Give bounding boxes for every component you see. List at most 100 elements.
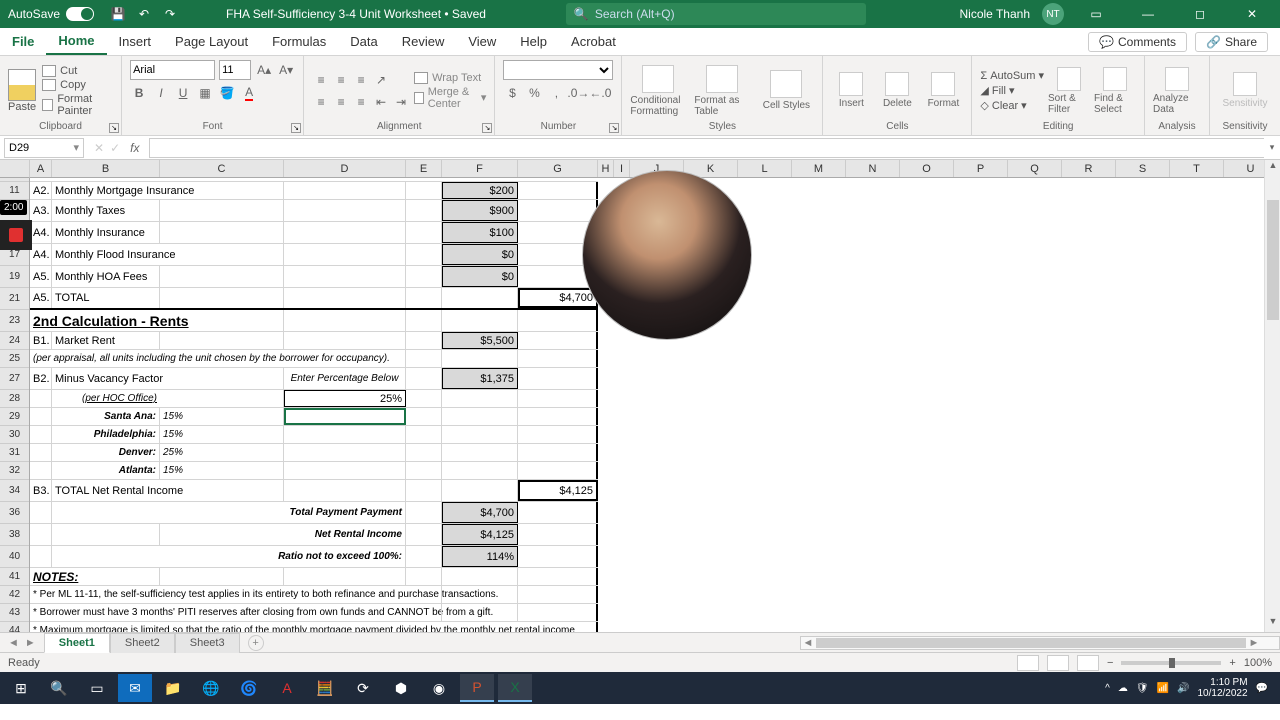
column-header[interactable]: I xyxy=(614,160,630,177)
outlook-icon[interactable]: ✉ xyxy=(118,674,152,702)
scrollbar-thumb[interactable] xyxy=(1267,200,1279,320)
row-header[interactable]: 40 xyxy=(0,546,29,568)
dialog-launcher-icon[interactable]: ↘ xyxy=(482,123,492,133)
column-header[interactable]: D xyxy=(284,160,406,177)
amount-cell[interactable]: $1,375 xyxy=(442,368,518,389)
spreadsheet-grid[interactable]: 2:00 ABCDEFGHIJKLMNOPQRSTU 1113151719212… xyxy=(0,160,1280,632)
cell[interactable]: A2. xyxy=(30,182,52,199)
tab-view[interactable]: View xyxy=(456,28,508,55)
cell[interactable]: Denver: xyxy=(52,444,160,461)
minimize-icon[interactable]: — xyxy=(1128,0,1168,28)
column-header[interactable]: L xyxy=(738,160,792,177)
row-header[interactable]: 21 xyxy=(0,288,29,310)
tab-file[interactable]: File xyxy=(0,28,46,55)
cell[interactable]: 15% xyxy=(160,462,284,479)
row-header[interactable]: 24 xyxy=(0,332,29,350)
excel-icon[interactable]: X xyxy=(498,674,532,702)
fill-button[interactable]: ◢ Fill ▾ xyxy=(980,84,1044,97)
cell[interactable]: B3. xyxy=(30,480,52,501)
format-painter-button[interactable]: Format Painter xyxy=(42,93,113,117)
dialog-launcher-icon[interactable]: ↘ xyxy=(109,123,119,133)
amount-cell[interactable]: $4,700 xyxy=(442,502,518,523)
powerpoint-icon[interactable]: P xyxy=(460,674,494,702)
row-header[interactable]: 23 xyxy=(0,310,29,332)
cell[interactable]: A4. xyxy=(30,222,52,243)
row-header[interactable]: 31 xyxy=(0,444,29,462)
cell[interactable]: * Per ML 11-11, the self-sufficiency tes… xyxy=(30,586,52,603)
formula-input[interactable] xyxy=(149,138,1264,158)
scroll-right-icon[interactable]: ► xyxy=(1247,637,1261,649)
row-header[interactable]: 44 xyxy=(0,622,29,632)
task-view-icon[interactable]: ▭ xyxy=(80,674,114,702)
autosave-toggle[interactable]: AutoSave xyxy=(0,7,102,21)
cancel-formula-icon[interactable]: ✕ xyxy=(94,141,104,155)
tray-chevron-icon[interactable]: ^ xyxy=(1105,683,1110,694)
row-header[interactable]: 32 xyxy=(0,462,29,480)
redo-icon[interactable]: ↷ xyxy=(162,6,178,22)
font-color-icon[interactable]: A xyxy=(240,84,258,102)
row-header[interactable]: 34 xyxy=(0,480,29,502)
scrollbar-thumb[interactable] xyxy=(816,638,1246,648)
edge-icon[interactable]: 🌀 xyxy=(232,674,266,702)
file-explorer-icon[interactable]: 📁 xyxy=(156,674,190,702)
cell[interactable]: Monthly HOA Fees xyxy=(52,266,160,287)
cell[interactable]: Monthly Taxes xyxy=(52,200,160,221)
chrome-icon[interactable]: 🌐 xyxy=(194,674,228,702)
cell-styles-button[interactable]: Cell Styles xyxy=(758,70,814,111)
system-tray[interactable]: ^ ☁ 🛡 📶 🔊 1:10 PM 10/12/2022 💬 xyxy=(1105,677,1276,699)
format-cells-button[interactable]: Format xyxy=(923,72,963,109)
font-size-select[interactable] xyxy=(219,60,251,80)
increase-font-icon[interactable]: A▴ xyxy=(255,61,273,79)
cell[interactable]: Enter Percentage Below xyxy=(284,368,406,389)
notification-icon[interactable]: 💬 xyxy=(1256,683,1268,694)
column-header[interactable]: B xyxy=(52,160,160,177)
name-box[interactable]: D29▾ xyxy=(4,138,84,158)
zoom-level[interactable]: 100% xyxy=(1244,657,1272,669)
calculator-icon[interactable]: 🧮 xyxy=(308,674,342,702)
notes-header[interactable]: NOTES: xyxy=(30,568,52,585)
row-header[interactable]: 42 xyxy=(0,586,29,604)
row-header[interactable]: 36 xyxy=(0,502,29,524)
tab-acrobat[interactable]: Acrobat xyxy=(559,28,628,55)
column-header[interactable]: H xyxy=(598,160,614,177)
add-sheet-button[interactable]: + xyxy=(248,635,264,651)
share-button[interactable]: 🔗 Share xyxy=(1195,32,1268,52)
format-as-table-button[interactable]: Format as Table xyxy=(694,65,750,117)
column-header[interactable]: G xyxy=(518,160,598,177)
delete-cells-button[interactable]: Delete xyxy=(877,72,917,109)
sheet-tab-3[interactable]: Sheet3 xyxy=(175,633,240,653)
number-format-select[interactable] xyxy=(503,60,613,80)
tab-review[interactable]: Review xyxy=(390,28,457,55)
scroll-up-icon[interactable]: ▲ xyxy=(1265,160,1280,176)
cell[interactable]: Santa Ana: xyxy=(52,408,160,425)
toggle-switch[interactable] xyxy=(66,7,94,21)
tab-help[interactable]: Help xyxy=(508,28,559,55)
user-avatar[interactable]: NT xyxy=(1042,3,1064,25)
column-header[interactable]: T xyxy=(1170,160,1224,177)
cell[interactable]: Total Payment Payment xyxy=(284,502,406,523)
column-header[interactable]: S xyxy=(1116,160,1170,177)
column-header[interactable]: R xyxy=(1062,160,1116,177)
section-header[interactable]: 2nd Calculation - Rents xyxy=(30,310,52,331)
cell[interactable]: B1. xyxy=(30,332,52,349)
amount-cell[interactable]: $5,500 xyxy=(442,332,518,349)
insert-cells-button[interactable]: Insert xyxy=(831,72,871,109)
column-header[interactable]: M xyxy=(792,160,846,177)
column-header[interactable]: F xyxy=(442,160,518,177)
increase-indent-icon[interactable]: ⇥ xyxy=(392,93,410,111)
align-right-icon[interactable]: ≡ xyxy=(352,93,370,111)
cell[interactable]: Atlanta: xyxy=(52,462,160,479)
tab-data[interactable]: Data xyxy=(338,28,389,55)
amount-cell[interactable]: $0 xyxy=(442,266,518,287)
row-header[interactable]: 11 xyxy=(0,182,29,200)
user-name[interactable]: Nicole Thanh xyxy=(960,7,1031,21)
total-cell[interactable]: $4,125 xyxy=(518,480,598,501)
cell[interactable]: TOTAL xyxy=(52,288,160,308)
fx-icon[interactable]: fx xyxy=(126,141,143,155)
row-header[interactable]: 27 xyxy=(0,368,29,390)
dialog-launcher-icon[interactable]: ↘ xyxy=(291,123,301,133)
tray-icon[interactable]: 🛡 xyxy=(1136,683,1149,694)
cell[interactable]: Monthly Insurance xyxy=(52,222,160,243)
maximize-icon[interactable]: ◻ xyxy=(1180,0,1220,28)
amount-cell[interactable]: $4,125 xyxy=(442,524,518,545)
